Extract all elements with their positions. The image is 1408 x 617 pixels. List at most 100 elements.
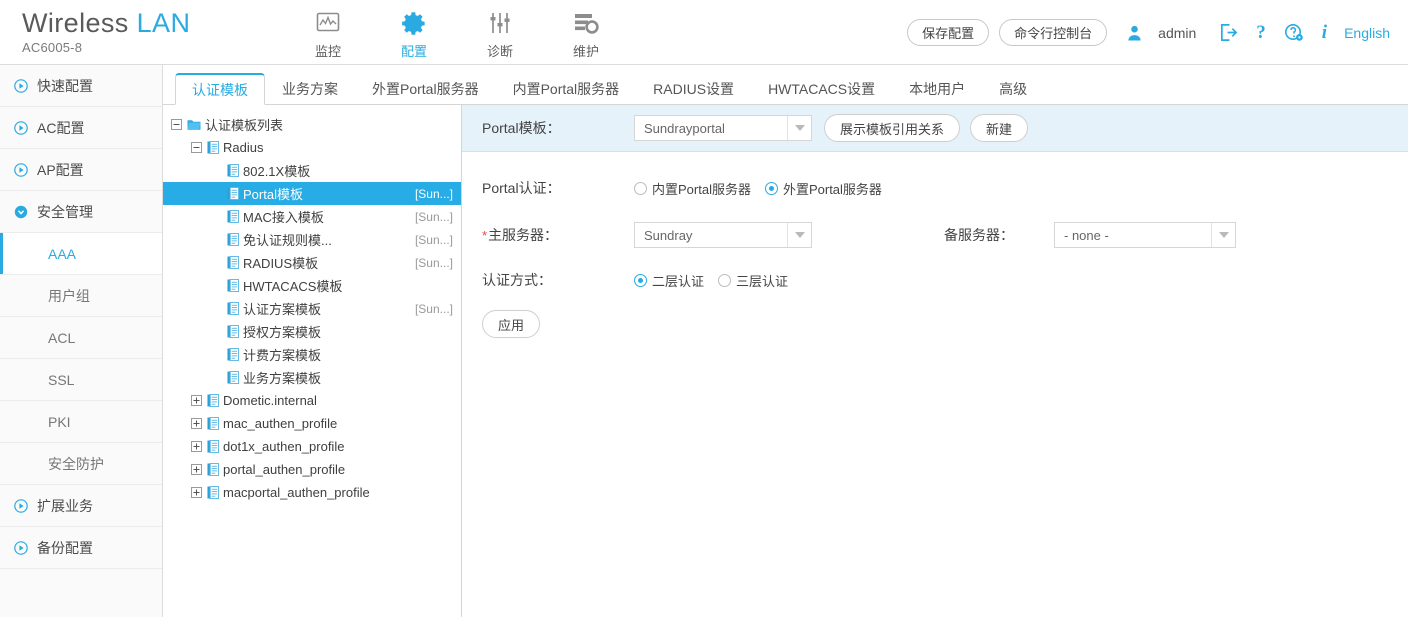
tree-node-label: portal_authen_profile — [223, 462, 346, 477]
radio-portal-auth-external[interactable]: 外置Portal服务器 — [764, 179, 882, 198]
sidebar: 快速配置 AC配置 AP配置安全管理 AAA 用户组 ACL SSL PKI 安全防护扩展业务备… — [0, 65, 163, 617]
user-icon — [1126, 24, 1143, 42]
sidebar-item-0[interactable]: 快速配置 — [0, 65, 162, 107]
tab-label: HWTACACS设置 — [768, 81, 876, 97]
plus-box-icon[interactable] — [191, 418, 202, 429]
sidebar-item-1[interactable]: AC配置 — [0, 107, 162, 149]
tree-node[interactable]: Portal模板 [Sun...] — [163, 182, 461, 205]
chevron-right-circle-icon — [14, 120, 28, 135]
radio-dot — [718, 273, 732, 287]
tree-node-label: Radius — [223, 140, 264, 155]
tree-node[interactable]: 业务方案模板 — [163, 366, 461, 389]
tree-node-tag: [Sun...] — [414, 255, 453, 270]
plus-box-icon[interactable] — [191, 464, 202, 475]
tree-node[interactable]: 802.1X模板 — [163, 159, 461, 182]
tree-node[interactable]: portal_authen_profile — [163, 458, 461, 481]
tab-6[interactable]: 本地用户 — [892, 73, 982, 105]
tree-node[interactable]: dot1x_authen_profile — [163, 435, 461, 458]
sidebar-item-8[interactable]: PKI — [0, 401, 162, 443]
tab-1[interactable]: 业务方案 — [265, 73, 355, 105]
cli-console-button[interactable]: 命令行控制台 — [999, 19, 1108, 46]
sidebar-item-label: 扩展业务 — [37, 497, 93, 514]
tree-node[interactable]: 免认证规则模... [Sun...] — [163, 228, 461, 251]
portal-template-select[interactable]: Sundrayportal — [634, 115, 812, 141]
tab-label: RADIUS设置 — [653, 81, 735, 97]
save-config-button[interactable]: 保存配置 — [907, 19, 990, 46]
document-icon — [227, 164, 239, 177]
tree-node[interactable]: macportal_authen_profile — [163, 481, 461, 504]
top-nav-item-config[interactable]: 配置 — [371, 4, 457, 60]
sidebar-item-9[interactable]: 安全防护 — [0, 443, 162, 485]
document-icon — [227, 256, 239, 269]
top-nav-item-maintain[interactable]: 维护 — [543, 4, 629, 60]
primary-server-select[interactable]: Sundray — [634, 222, 812, 248]
sidebar-item-6[interactable]: ACL — [0, 317, 162, 359]
radio-auth-mode-l3[interactable]: 三层认证 — [718, 271, 788, 290]
tree-node[interactable]: HWTACACS模板 — [163, 274, 461, 297]
tree-node[interactable]: Dometic.internal — [163, 389, 461, 412]
radio-portal-auth-builtin[interactable]: 内置Portal服务器 — [634, 179, 751, 198]
tree-node[interactable]: RADIUS模板 [Sun...] — [163, 251, 461, 274]
sidebar-item-5[interactable]: 用户组 — [0, 275, 162, 317]
tree-node[interactable]: MAC接入模板 [Sun...] — [163, 205, 461, 228]
tree-node-label: RADIUS模板 — [243, 256, 319, 271]
document-icon — [227, 348, 239, 361]
sidebar-item-3[interactable]: 安全管理 — [0, 191, 162, 233]
backup-server-select[interactable]: - none - — [1054, 222, 1236, 248]
monitor-icon — [285, 8, 371, 38]
sidebar-item-4[interactable]: AAA — [0, 233, 162, 275]
plus-box-icon[interactable] — [191, 441, 202, 452]
tab-3[interactable]: 内置Portal服务器 — [496, 73, 637, 105]
radio-dot — [634, 181, 647, 195]
sidebar-item-10[interactable]: 扩展业务 — [0, 485, 162, 527]
tab-5[interactable]: HWTACACS设置 — [751, 73, 892, 105]
tree-node[interactable]: 认证模板列表 — [163, 113, 461, 136]
chevron-down-icon — [787, 223, 811, 247]
sidebar-item-label: AC配置 — [37, 119, 85, 136]
tree-node-label: 认证模板列表 — [205, 118, 284, 133]
minus-box-icon[interactable] — [171, 119, 182, 130]
sliders-icon — [457, 8, 543, 38]
tree-node-label: 认证方案模板 — [243, 302, 322, 317]
sidebar-item-label: 快速配置 — [37, 77, 93, 94]
top-nav-item-diagnose[interactable]: 诊断 — [457, 4, 543, 60]
tab-0[interactable]: 认证模板 — [175, 73, 265, 105]
language-selector[interactable]: English — [1344, 25, 1390, 41]
tab-7[interactable]: 高级 — [982, 73, 1044, 105]
logout-icon[interactable] — [1219, 23, 1238, 42]
sidebar-item-2[interactable]: AP配置 — [0, 149, 162, 191]
tree-node[interactable]: 授权方案模板 — [163, 320, 461, 343]
auth-mode-row: 认证方式： 二层认证 三层认证 — [462, 270, 1408, 290]
radio-dot — [634, 273, 647, 287]
document-icon — [227, 371, 239, 384]
document-icon — [227, 210, 239, 223]
sidebar-item-label: AP配置 — [37, 161, 84, 178]
brand-title: Wireless LAN — [22, 8, 190, 39]
question-mark-icon[interactable]: ? — [1256, 22, 1266, 44]
document-icon — [207, 141, 219, 154]
tree-node[interactable]: 计费方案模板 — [163, 343, 461, 366]
plus-box-icon[interactable] — [191, 487, 202, 498]
document-icon — [227, 325, 239, 338]
tree-node[interactable]: Radius — [163, 136, 461, 159]
tree-node[interactable]: 认证方案模板 [Sun...] — [163, 297, 461, 320]
tab-4[interactable]: RADIUS设置 — [636, 73, 751, 105]
new-template-button[interactable]: 新建 — [970, 114, 1029, 142]
tree-node[interactable]: mac_authen_profile — [163, 412, 461, 435]
tab-2[interactable]: 外置Portal服务器 — [355, 73, 496, 105]
sidebar-item-7[interactable]: SSL — [0, 359, 162, 401]
document-icon — [207, 417, 219, 430]
sidebar-item-label: 备份配置 — [37, 539, 93, 556]
radio-label: 三层认证 — [736, 273, 789, 289]
sidebar-item-11[interactable]: 备份配置 — [0, 527, 162, 569]
minus-box-icon[interactable] — [191, 142, 202, 153]
plus-box-icon[interactable] — [191, 395, 202, 406]
server-row: *主服务器： Sundray 备服务器： - none - — [462, 222, 1408, 248]
info-icon[interactable]: i — [1322, 22, 1327, 44]
apply-button[interactable]: 应用 — [482, 310, 541, 338]
top-nav-item-monitor[interactable]: 监控 — [285, 4, 371, 60]
tab-label: 高级 — [999, 81, 1028, 97]
help-gear-icon[interactable] — [1284, 23, 1304, 43]
show-template-refs-button[interactable]: 展示模板引用关系 — [824, 114, 961, 142]
radio-auth-mode-l2[interactable]: 二层认证 — [634, 271, 704, 290]
